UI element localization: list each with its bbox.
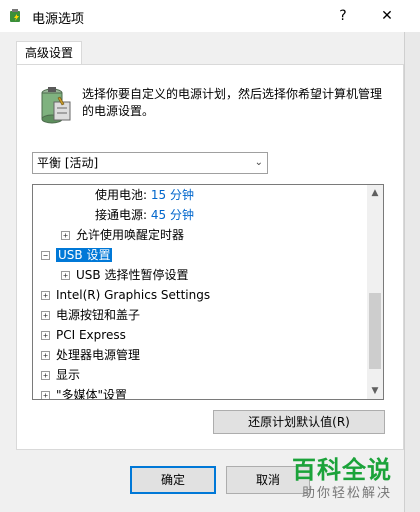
expand-icon[interactable]: + [41, 331, 50, 340]
scrollbar-thumb[interactable] [369, 293, 381, 369]
title-bar: 电源选项 ? ✕ [0, 0, 420, 32]
tree-row-multimedia[interactable]: + "多媒体"设置 [41, 385, 128, 400]
tree-row-wake-timers[interactable]: + 允许使用唤醒定时器 [61, 225, 184, 245]
instructions-text: 选择你要自定义的电源计划，然后选择你希望计算机管理的电源设置。 [82, 87, 383, 118]
battery-label: 使用电池: [95, 188, 148, 202]
tree-row-intel-graphics[interactable]: + Intel(R) Graphics Settings [41, 285, 210, 305]
vertical-scrollbar[interactable]: ▲ ▼ [367, 185, 383, 399]
battery-settings-icon [41, 87, 71, 124]
tree-item-label: 处理器电源管理 [56, 348, 141, 362]
scroll-up-arrow-icon[interactable]: ▲ [367, 185, 383, 201]
tree-row-plugged-in[interactable]: 接通电源: 45 分钟 [95, 205, 194, 225]
power-options-icon [10, 9, 20, 22]
tab-advanced-settings[interactable]: 高级设置 [16, 41, 82, 66]
tree-item-label: "多媒体"设置 [56, 388, 128, 400]
tree-row-pci-express[interactable]: + PCI Express [41, 325, 126, 345]
collapse-icon[interactable]: − [41, 251, 50, 260]
settings-tree[interactable]: 使用电池: 15 分钟 接通电源: 45 分钟 + 允许使用唤醒定时器 − USB … [32, 184, 384, 400]
plugged-label: 接通电源: [95, 208, 148, 222]
plugged-value-link[interactable]: 45 分钟 [151, 208, 194, 222]
tree-item-label-selected[interactable]: USB 设置 [56, 248, 113, 262]
watermark-tagline: 助你轻松解决 [302, 486, 393, 501]
window-title: 电源选项 [32, 12, 85, 27]
background-window-edge [404, 32, 420, 512]
expand-icon[interactable]: + [61, 271, 70, 280]
tree-row-usb[interactable]: − USB 设置 [41, 245, 113, 265]
tree-row-battery[interactable]: 使用电池: 15 分钟 [95, 185, 194, 205]
tree-item-label: PCI Express [56, 328, 126, 342]
help-button[interactable]: ? [330, 4, 356, 28]
tree-item-label: 显示 [56, 368, 81, 382]
tree-item-label: USB 选择性暂停设置 [76, 268, 189, 282]
expand-icon[interactable]: + [41, 311, 50, 320]
ok-button[interactable]: 确定 [130, 466, 216, 494]
restore-defaults-button[interactable]: 还原计划默认值(R) [213, 410, 385, 434]
scroll-down-arrow-icon[interactable]: ▼ [367, 383, 383, 399]
tree-row-power-buttons[interactable]: + 电源按钮和盖子 [41, 305, 140, 325]
watermark-logo-text: 百科全说 [292, 456, 392, 484]
tree-row-processor[interactable]: + 处理器电源管理 [41, 345, 140, 365]
tree-row-display[interactable]: + 显示 [41, 365, 80, 385]
close-button[interactable]: ✕ [372, 4, 402, 28]
battery-value-link[interactable]: 15 分钟 [151, 188, 194, 202]
power-plan-dropdown[interactable]: 平衡 [活动] ⌄ [32, 152, 268, 174]
tree-item-label: 电源按钮和盖子 [56, 308, 141, 322]
expand-icon[interactable]: + [41, 391, 50, 399]
expand-icon[interactable]: + [41, 291, 50, 300]
expand-icon[interactable]: + [61, 231, 70, 240]
expand-icon[interactable]: + [41, 371, 50, 380]
tree-row-usb-suspend[interactable]: + USB 选择性暂停设置 [61, 265, 188, 285]
chevron-down-icon: ⌄ [254, 157, 263, 168]
tree-item-label: 允许使用唤醒定时器 [76, 228, 185, 242]
expand-icon[interactable]: + [41, 351, 50, 360]
power-plan-value: 平衡 [活动] [37, 156, 99, 170]
tree-item-label: Intel(R) Graphics Settings [56, 288, 211, 302]
